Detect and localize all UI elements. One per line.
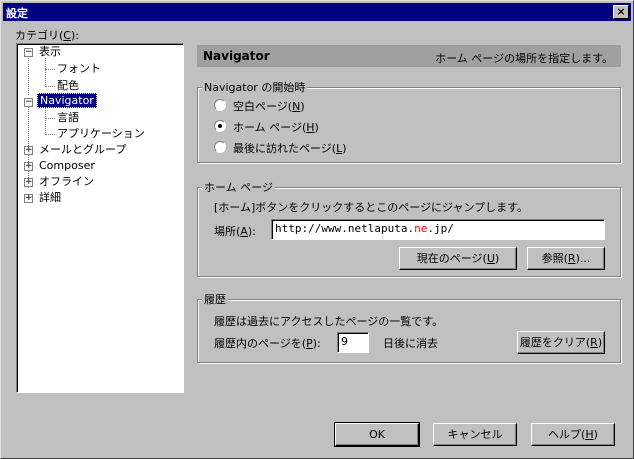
expand-icon[interactable]: + <box>24 178 33 187</box>
cancel-button[interactable]: キャンセル <box>433 423 517 446</box>
last-page-label[interactable]: 最後に訪れたページ(L) <box>233 140 347 156</box>
window-title: 設定 <box>6 7 28 20</box>
tree-item-navigator[interactable]: Navigator <box>37 93 97 108</box>
tree-item-languages[interactable]: 言語 <box>57 111 79 125</box>
expand-icon[interactable]: + <box>24 162 33 171</box>
homepage-group-label: ホーム ページ <box>202 179 275 195</box>
tree-line <box>45 58 46 87</box>
title-bar[interactable]: 設定 × <box>3 3 631 21</box>
tree-line <box>45 118 55 119</box>
expand-icon[interactable]: + <box>24 194 33 203</box>
history-days-label: 履歴内のページを(P): <box>214 337 321 350</box>
ok-button[interactable]: OK <box>334 422 420 447</box>
category-label: カテゴリ(C): <box>15 29 79 42</box>
homepage-description: [ホーム]ボタンをクリックするとこのページにジャンプします。 <box>214 201 529 214</box>
tree-item-display[interactable]: 表示 <box>39 45 61 59</box>
location-label: 場所(A): <box>214 225 256 238</box>
home-page-label[interactable]: ホーム ページ(H) <box>233 119 319 135</box>
collapse-icon[interactable]: − <box>24 98 33 107</box>
tree-item-advanced[interactable]: 詳細 <box>39 191 61 205</box>
history-days-suffix: 日後に消去 <box>383 337 438 350</box>
tree-line <box>28 58 29 95</box>
tree-item-mail-groups[interactable]: メールとグループ <box>39 143 126 157</box>
tree-line <box>45 69 55 70</box>
blank-page-radio[interactable] <box>214 99 226 111</box>
tree-line <box>45 108 46 135</box>
blank-page-label[interactable]: 空白ページ(N) <box>233 98 305 114</box>
clear-history-button[interactable]: 履歴をクリア(R) <box>517 331 605 354</box>
tree-item-fonts[interactable]: フォント <box>57 62 101 76</box>
tree-line <box>45 86 55 87</box>
panel-title: Navigator <box>203 49 270 63</box>
history-description: 履歴は過去にアクセスしたページの一覧です。 <box>214 315 444 328</box>
browse-button[interactable]: 参照(R)... <box>527 247 605 270</box>
panel-description: ホーム ページの場所を指定します。 <box>435 52 613 65</box>
panel-header: Navigator ホーム ページの場所を指定します。 <box>197 45 621 67</box>
tree-item-applications[interactable]: アプリケーション <box>57 127 145 141</box>
category-tree[interactable]: − 表示 フォント 配色 − Navigator 言語 アプリケーション + メ… <box>16 43 184 393</box>
close-icon[interactable]: × <box>613 5 629 19</box>
help-button[interactable]: ヘルプ(H) <box>531 423 615 446</box>
use-current-page-button[interactable]: 現在のページ(U) <box>399 247 517 270</box>
history-group-label: 履歴 <box>202 291 228 307</box>
location-input[interactable]: http://www.netlaputa.ne.jp/ <box>271 219 605 240</box>
settings-dialog: 設定 × カテゴリ(C): − 表示 フォント 配色 − Navigator 言… <box>0 0 634 459</box>
collapse-icon[interactable]: − <box>24 48 33 57</box>
last-page-radio[interactable] <box>214 141 226 153</box>
history-days-input[interactable]: 9 <box>337 332 369 353</box>
home-page-radio[interactable] <box>214 120 226 132</box>
tree-item-colors[interactable]: 配色 <box>57 79 79 93</box>
tree-line <box>45 134 55 135</box>
tree-item-composer[interactable]: Composer <box>39 159 95 173</box>
startup-group-label: Navigator の開始時 <box>202 79 308 95</box>
tree-item-offline[interactable]: オフライン <box>39 175 94 189</box>
expand-icon[interactable]: + <box>24 146 33 155</box>
